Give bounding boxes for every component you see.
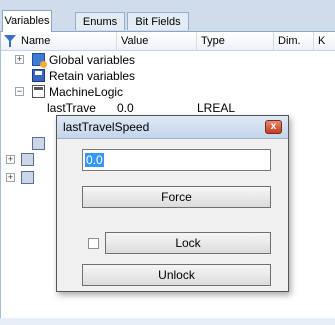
force-button[interactable]: Force [82,186,271,208]
tree-row-retain[interactable]: Retain variables [1,68,335,84]
value-input-text: 0.0 [85,153,104,167]
retain-variables-icon [32,69,45,82]
dialog-title: lastTravelSpeed [63,120,150,134]
expand-icon[interactable]: + [6,155,15,164]
tree-row-machinelogic[interactable]: − MachineLogic [1,84,335,100]
grid-header: Name Value Type Dim. K [1,32,335,51]
item-icon [21,153,34,166]
tab-bit-fields[interactable]: Bit Fields [127,12,189,30]
bottom-strip [0,318,335,325]
tree-row-global[interactable]: + Global variables [1,52,335,68]
column-name[interactable]: Name [17,32,117,50]
column-dim[interactable]: Dim. [274,32,314,50]
variables-panel: Variables Enums Bit Fields Name Value Ty… [0,0,335,325]
program-icon [32,85,45,98]
tab-bar: Variables Enums Bit Fields [0,0,335,32]
item-icon [32,137,45,150]
dialog-titlebar[interactable]: lastTravelSpeed x [57,116,288,139]
variable-value: 0.0 [117,101,134,115]
column-type[interactable]: Type [197,32,274,50]
tree-label: Global variables [49,53,136,67]
expand-icon[interactable]: + [6,173,15,182]
item-icon [21,171,34,184]
variable-name: lastTrave [47,101,96,115]
lock-button[interactable]: Lock [105,232,271,254]
tree-row-variable[interactable]: lastTrave 0.0 LREAL [1,100,335,116]
variable-type: LREAL [197,101,236,115]
column-kv[interactable]: K [314,32,335,50]
collapse-icon[interactable]: − [15,87,24,96]
tree-label: Retain variables [49,69,136,83]
close-button[interactable]: x [265,120,282,134]
force-value-dialog: lastTravelSpeed x 0.0 Force Lock Unlock [56,115,289,292]
lock-checkbox[interactable] [88,238,99,249]
tab-variables[interactable]: Variables [2,10,52,32]
column-value[interactable]: Value [117,32,197,50]
unlock-button[interactable]: Unlock [82,264,271,286]
filter-icon[interactable] [4,35,16,47]
expand-icon[interactable]: + [15,55,24,64]
tab-enums[interactable]: Enums [75,12,125,30]
tree-label: MachineLogic [49,85,124,99]
global-variables-icon [32,53,47,68]
value-input[interactable]: 0.0 [82,149,271,171]
